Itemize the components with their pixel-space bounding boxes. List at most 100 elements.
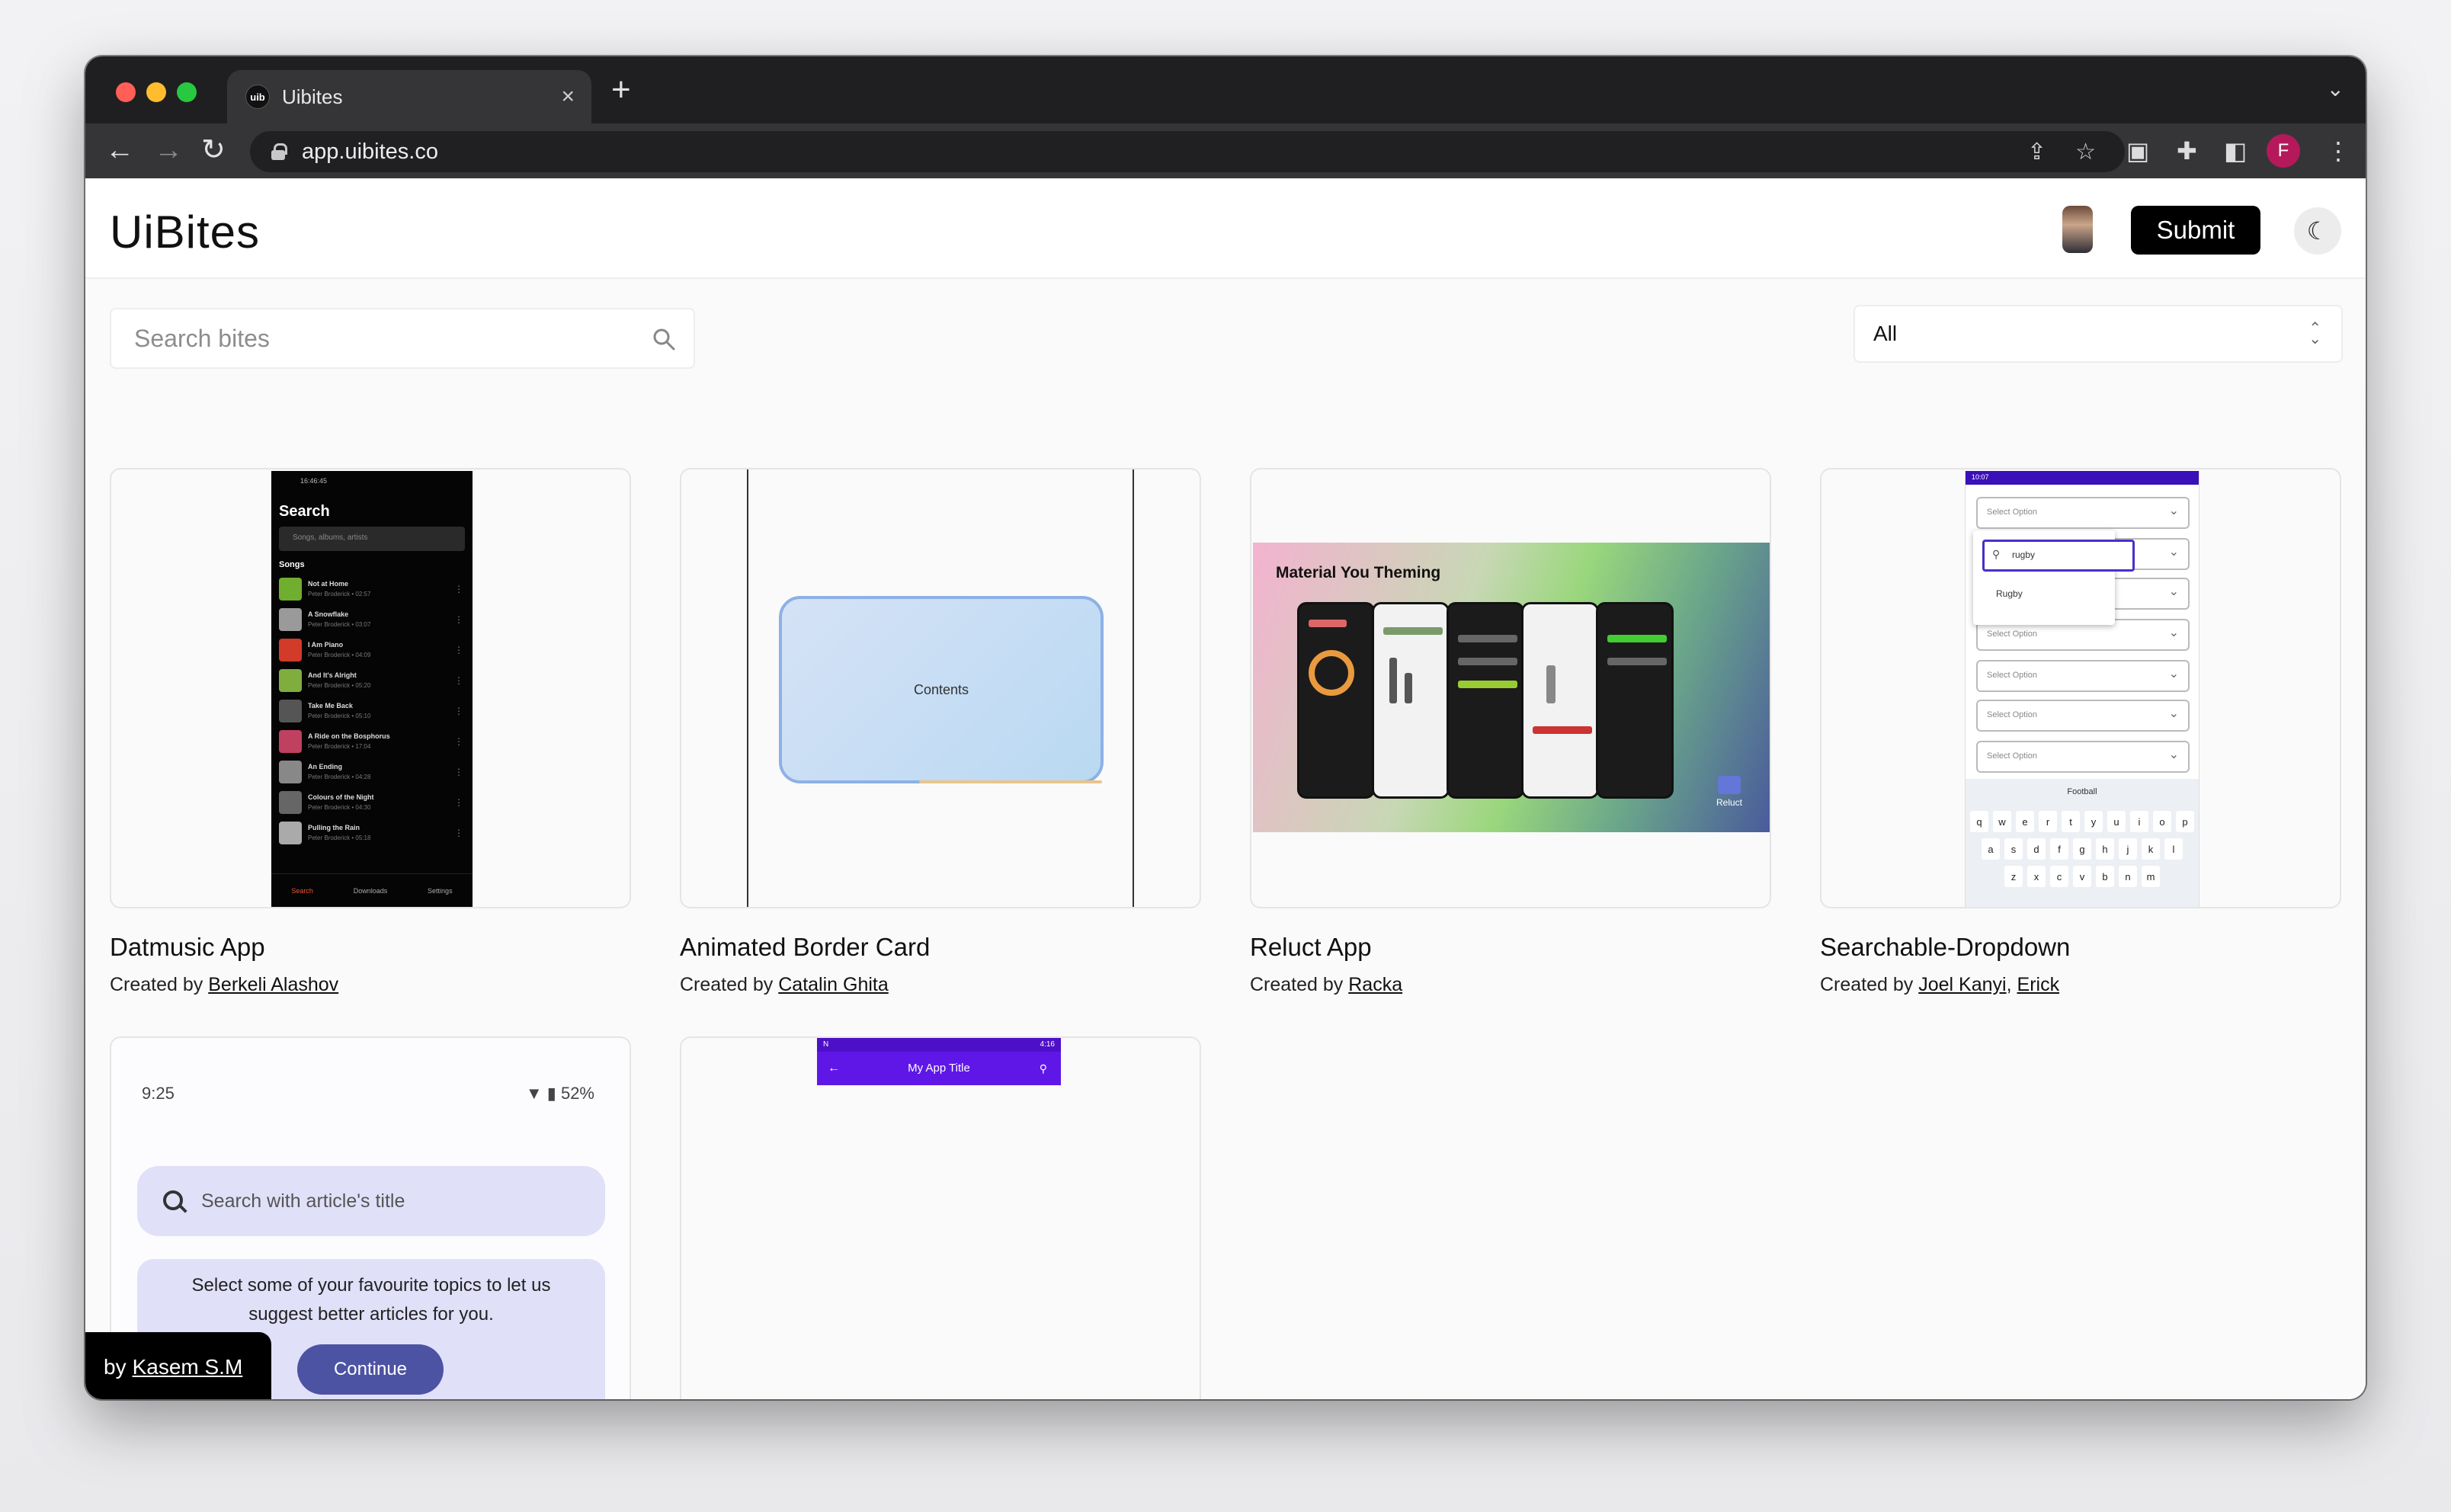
preview-dropdown-option: Rugby	[1996, 588, 2023, 599]
star-bookmark-icon[interactable]: ☆	[2075, 139, 2096, 165]
card-title[interactable]: Animated Border Card	[680, 933, 930, 962]
preview-bar	[1533, 726, 1592, 734]
preview-bar	[1546, 665, 1556, 703]
preview-bar	[1389, 658, 1397, 703]
category-select[interactable]: All ⌃ ⌄	[1853, 305, 2343, 363]
preview-song-row: Not at Home Peter Broderick • 02:57 ⋮	[271, 574, 473, 604]
preview-section-label: Songs	[279, 560, 305, 569]
preview-song-list: Not at Home Peter Broderick • 02:57 ⋮ A Sno…	[271, 574, 473, 848]
author-byline: by Kasem S.M	[85, 1332, 271, 1399]
preview-keyboard-row: qwertyuiop	[1966, 811, 2199, 832]
reluct-banner-image: Material You Theming Reluct	[1253, 543, 1770, 832]
preview-keyboard-key: e	[2016, 811, 2034, 832]
search-field[interactable]	[110, 308, 695, 369]
preview-album-art	[279, 608, 302, 631]
page-content: UiBites Submit ☾ All ⌃⌄ 16:46:45 Search …	[85, 178, 2366, 1399]
preview-topics-prompt: Select some of your favourite topics to …	[191, 1275, 551, 1325]
close-window-button[interactable]	[116, 82, 136, 102]
maximize-window-button[interactable]	[177, 82, 197, 102]
lock-icon	[271, 143, 287, 160]
preview-song-meta: Peter Broderick • 04:30	[308, 804, 371, 811]
preview-bar	[1458, 681, 1517, 688]
card-thumbnail[interactable]: Material You Theming Reluct	[1250, 468, 1771, 908]
preview-divider	[1133, 469, 1134, 907]
back-arrow-icon[interactable]: ←	[105, 134, 134, 166]
moon-theme-toggle-icon[interactable]: ☾	[2294, 207, 2341, 255]
preview-article-search-text: Search with article's title	[201, 1190, 405, 1212]
uibites-favicon-icon: uib	[245, 85, 270, 109]
tab-uibites[interactable]: uib Uibites ×	[227, 70, 591, 123]
tab-search-icon[interactable]: ▣	[2126, 136, 2149, 166]
preview-keyboard-key: m	[2142, 866, 2160, 887]
card-title[interactable]: Reluct App	[1250, 933, 1372, 962]
preview-song-text: An Ending Peter Broderick • 04:28	[308, 762, 454, 782]
user-avatar[interactable]	[2062, 206, 2093, 253]
preview-keyboard-key: n	[2119, 866, 2137, 887]
minimize-window-button[interactable]	[146, 82, 166, 102]
preview-article-search: Search with article's title	[137, 1166, 605, 1236]
browser-window: uib Uibites × + ⌄ ← → ↻ app.uibites.co ⇪…	[85, 56, 2366, 1399]
card-thumbnail[interactable]: 16:46:45 Search Songs, albums, artists S…	[110, 468, 631, 908]
extensions-puzzle-icon[interactable]: ✚	[2177, 136, 2197, 166]
preview-song-name: A Ride on the Bosphorus	[308, 732, 390, 740]
preview-song-meta: Peter Broderick • 05:18	[308, 834, 371, 841]
close-icon[interactable]: ×	[561, 85, 575, 108]
preview-song-text: I Am Piano Peter Broderick • 04:09	[308, 640, 454, 660]
preview-keyboard-key: g	[2073, 838, 2091, 860]
card-thumbnail[interactable]: Contents	[680, 468, 1201, 908]
preview-song-meta: Peter Broderick • 05:10	[308, 713, 371, 719]
preview-keyboard-key: a	[1982, 838, 2000, 860]
preview-keyboard-key: d	[2027, 838, 2046, 860]
preview-album-art	[279, 669, 302, 692]
card-title[interactable]: Datmusic App	[110, 933, 265, 962]
card-credit: Created by Berkeli Alashov	[110, 974, 338, 996]
preview-album-art	[279, 639, 302, 662]
site-logo[interactable]: UiBites	[110, 206, 260, 258]
preview-song-text: A Ride on the Bosphorus Peter Broderick •…	[308, 732, 454, 751]
new-tab-plus-icon[interactable]: +	[611, 73, 631, 107]
search-icon	[653, 328, 675, 351]
side-panel-icon[interactable]: ◧	[2224, 136, 2247, 166]
share-icon[interactable]: ⇪	[2027, 139, 2046, 165]
profile-avatar[interactable]: F	[2267, 134, 2300, 168]
preview-keyboard-suggestion: Football	[2067, 787, 2097, 796]
card-title[interactable]: Searchable-Dropdown	[1820, 933, 2070, 962]
preview-song-name: I Am Piano	[308, 641, 344, 649]
preview-app-bar-title: My App Title	[908, 1062, 970, 1075]
preview-more-icon: ⋮	[454, 797, 463, 808]
dropdown-screenshot: 10:07 Select Option Select Option Select…	[1965, 471, 2199, 907]
forward-arrow-icon[interactable]: →	[154, 134, 183, 166]
card-credit: Created by Joel Kanyi, Erick	[1820, 974, 2060, 995]
preview-bar	[1607, 635, 1667, 642]
card-thumbnail[interactable]: 10:07 Select Option Select Option Select…	[1820, 468, 2341, 908]
preview-bar	[1405, 673, 1412, 703]
preview-song-text: Pulling the Rain Peter Broderick • 05:18	[308, 823, 454, 843]
preview-bar	[1458, 635, 1517, 642]
address-bar[interactable]: app.uibites.co ⇪ ☆	[250, 131, 2125, 172]
reload-icon[interactable]: ↻	[201, 134, 226, 166]
preview-keyboard-key: z	[2004, 866, 2023, 887]
preview-title: Search	[279, 503, 330, 520]
preview-song-row: Take Me Back Peter Broderick • 05:10 ⋮	[271, 696, 473, 726]
preview-keyboard: Football qwertyuiop asdfghjkl zxcvbnm	[1966, 779, 2199, 907]
preview-song-name: And It's Alright	[308, 671, 357, 679]
preview-keyboard-key: o	[2153, 811, 2171, 832]
preview-status-bar: N 4:16	[817, 1038, 1061, 1052]
card-thumbnail[interactable]: N 4:16 ← My App Title ⚲	[680, 1036, 1201, 1399]
kebab-menu-icon[interactable]: ⋮	[2326, 136, 2350, 166]
author-link[interactable]: Catalin Ghita	[778, 974, 889, 995]
author-link[interactable]: Racka	[1348, 974, 1402, 995]
author-link[interactable]: Joel Kanyi	[1918, 974, 2006, 995]
created-by-label: Created by	[110, 974, 203, 995]
preview-status-time: 9:25	[142, 1084, 175, 1103]
preview-phone	[1297, 602, 1375, 799]
preview-keyboard-key: h	[2096, 838, 2114, 860]
search-input[interactable]	[111, 309, 694, 367]
author-link[interactable]: Berkeli Alashov	[208, 974, 338, 995]
submit-button[interactable]: Submit	[2131, 206, 2260, 255]
byline-author-link[interactable]: Kasem S.M	[133, 1355, 243, 1379]
preview-song-name: An Ending	[308, 763, 342, 770]
chevron-down-icon[interactable]: ⌄	[2327, 76, 2344, 101]
author-link[interactable]: Erick	[2017, 974, 2060, 995]
preview-keyboard-key: i	[2130, 811, 2148, 832]
